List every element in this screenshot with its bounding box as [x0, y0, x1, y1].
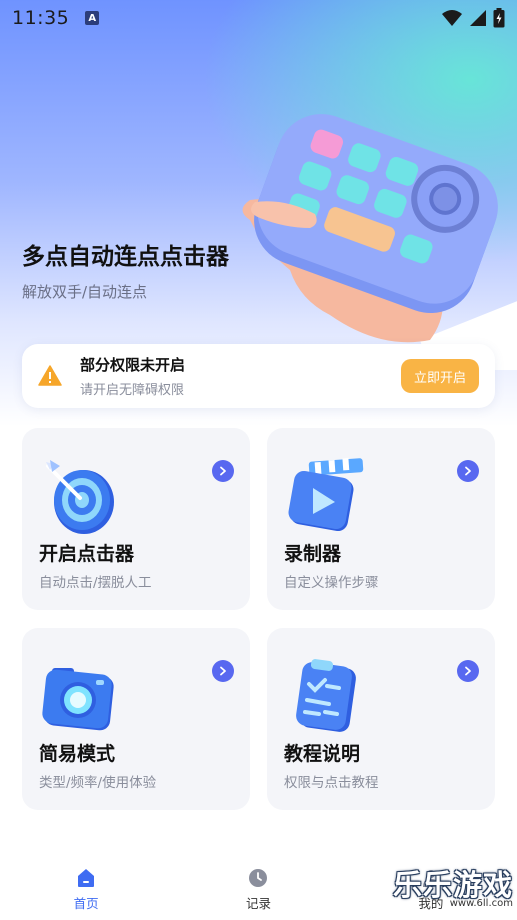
feature-title: 教程说明: [284, 743, 361, 765]
chevron-right-icon[interactable]: [212, 660, 234, 682]
app-subtitle: 解放双手/自动连点: [22, 283, 148, 301]
feature-subtitle: 权限与点击教程: [284, 775, 379, 791]
feature-title: 录制器: [284, 543, 342, 565]
battery-icon: [493, 8, 505, 28]
clipboard-icon: [296, 659, 356, 732]
nav-label: 记录: [245, 896, 271, 911]
signal-icon: [470, 10, 486, 26]
feature-title: 开启点击器: [39, 543, 135, 565]
feature-card-simple-mode[interactable]: 简易模式 类型/频率/使用体验: [22, 628, 250, 810]
watermark-title: 乐乐游戏: [392, 868, 513, 902]
notification-icon: A: [85, 11, 100, 25]
warning-icon: [38, 365, 62, 386]
nav-item-home[interactable]: 首页: [0, 855, 172, 920]
feature-card-start-clicker[interactable]: 开启点击器 自动点击/摆脱人工: [22, 428, 250, 610]
home-icon: [78, 869, 95, 887]
feature-subtitle: 类型/频率/使用体验: [39, 775, 157, 791]
chevron-right-icon[interactable]: [457, 660, 479, 682]
feature-card-recorder[interactable]: 录制器 自定义操作步骤: [267, 428, 495, 610]
camera-icon: [42, 668, 114, 731]
chevron-right-icon[interactable]: [457, 460, 479, 482]
enable-permission-button[interactable]: 立即开启: [401, 359, 479, 393]
wifi-icon: [442, 10, 462, 26]
feature-subtitle: 自定义操作步骤: [284, 575, 379, 591]
feature-card-tutorial[interactable]: 教程说明 权限与点击教程: [267, 628, 495, 810]
chevron-right-icon[interactable]: [212, 460, 234, 482]
watermark-url: www.6ll.com: [449, 898, 513, 909]
video-clapper-icon: [288, 458, 364, 532]
remote-control-illustration: [242, 114, 517, 370]
permission-text: 部分权限未开启 请开启无障碍权限: [80, 354, 185, 398]
status-time: 11:35: [12, 7, 70, 29]
feature-title: 简易模式: [39, 743, 116, 765]
permission-description: 请开启无障碍权限: [80, 383, 185, 398]
permission-title: 部分权限未开启: [80, 356, 186, 374]
status-icons: [441, 8, 505, 28]
watermark: 乐乐游戏 www.6ll.com: [393, 870, 513, 909]
app-title: 多点自动连点点击器: [22, 244, 229, 270]
target-icon: [46, 460, 114, 534]
permission-card: 部分权限未开启 请开启无障碍权限 立即开启: [22, 344, 495, 408]
feature-subtitle: 自动点击/摆脱人工: [39, 575, 152, 591]
status-bar: 11:35 A: [0, 0, 517, 36]
nav-item-records[interactable]: 记录: [172, 855, 344, 920]
clock-icon: [249, 869, 268, 887]
nav-label: 首页: [73, 896, 99, 911]
